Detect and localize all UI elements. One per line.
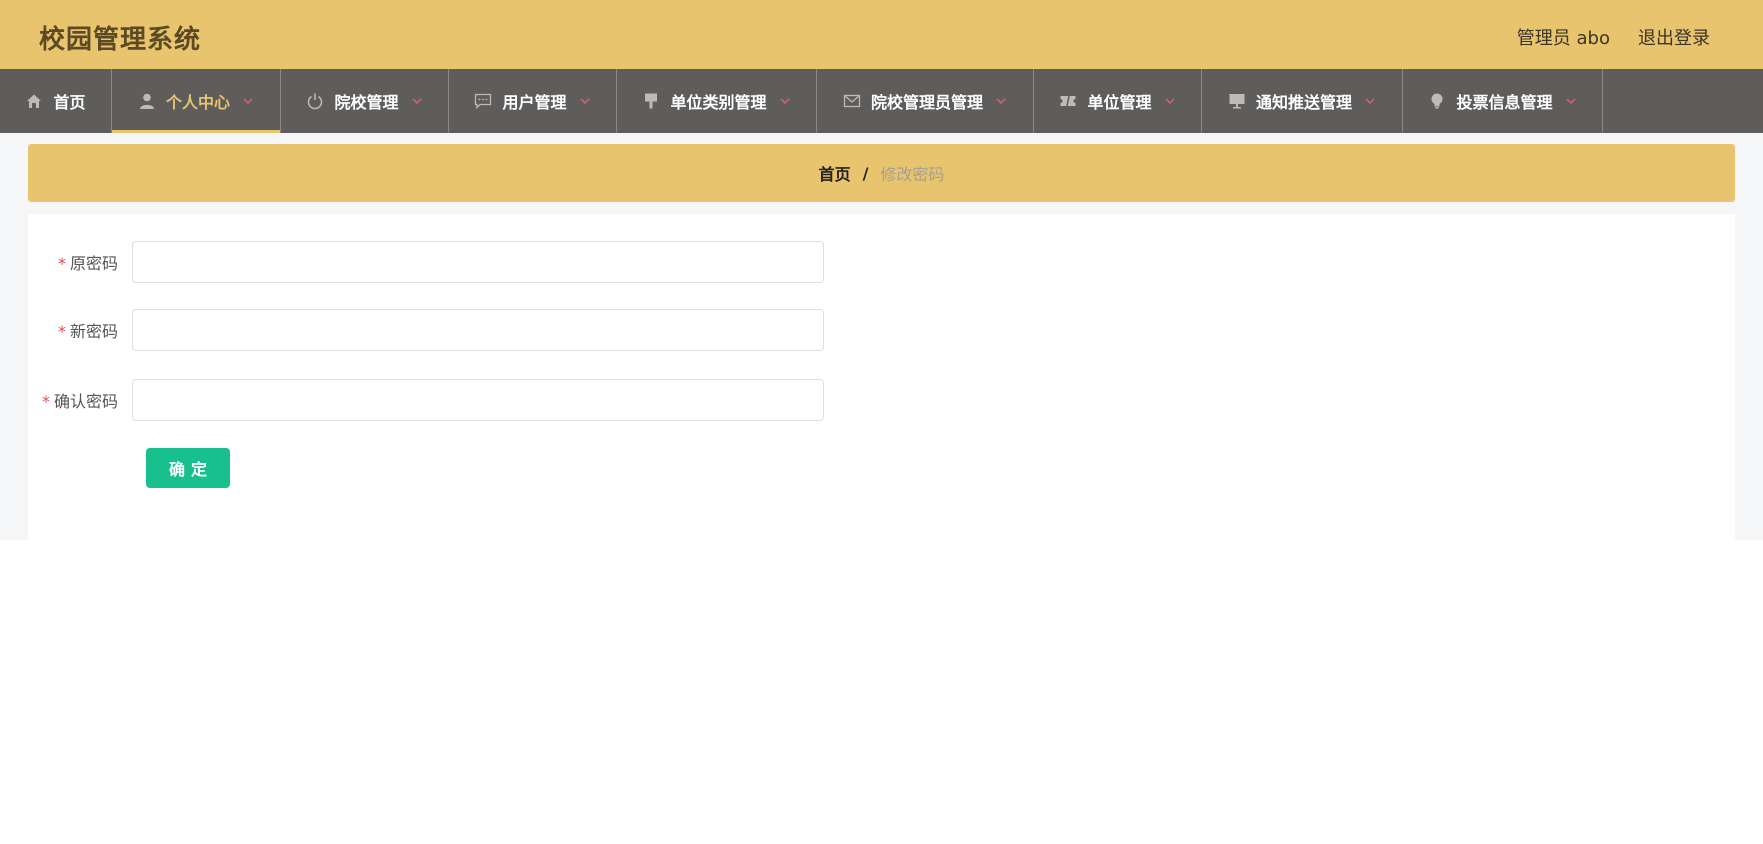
confirm-password-row: * 确认密码	[28, 379, 824, 421]
old-password-input[interactable]	[132, 241, 824, 283]
new-password-row: * 新密码	[28, 309, 824, 351]
nav-item-school-admin-management[interactable]: 院校管理员管理	[817, 69, 1034, 133]
nav-item-school-management[interactable]: 院校管理	[281, 69, 449, 133]
home-icon	[25, 92, 43, 110]
breadcrumb-current: 修改密码	[880, 165, 945, 184]
chat-icon	[474, 92, 492, 110]
main-nav: 首页 个人中心 院校管理 用户管理 单位类别管理 院校管理员管理 单位管理 通知…	[0, 69, 1763, 133]
top-header: 校园管理系统 管理员 abo 退出登录	[0, 0, 1763, 69]
chevron-down-icon	[995, 95, 1007, 107]
nav-item-home[interactable]: 首页	[0, 69, 112, 133]
monitor-icon	[1228, 92, 1246, 110]
field-label: 原密码	[69, 254, 118, 273]
chevron-down-icon	[579, 95, 591, 107]
old-password-label: * 原密码	[28, 250, 132, 274]
required-mark: *	[57, 254, 66, 273]
nav-item-personal-center[interactable]: 个人中心	[112, 69, 281, 133]
app-title: 校园管理系统	[39, 25, 202, 55]
logout-link[interactable]: 退出登录	[1638, 24, 1710, 50]
breadcrumb: 首页 / 修改密码	[28, 144, 1735, 202]
nav-item-user-management[interactable]: 用户管理	[449, 69, 617, 133]
user-icon	[138, 92, 156, 110]
chevron-down-icon	[411, 95, 423, 107]
nav-label: 用户管理	[502, 93, 567, 112]
new-password-input[interactable]	[132, 309, 824, 351]
chevron-down-icon	[1164, 95, 1176, 107]
change-password-form: * 原密码 * 新密码 * 确认密码 确定	[28, 214, 1735, 540]
nav-item-unit-management[interactable]: 单位管理	[1034, 69, 1202, 133]
mail-icon	[843, 92, 861, 110]
header-user-area: 管理员 abo 退出登录	[1517, 24, 1710, 50]
confirm-password-label: * 确认密码	[28, 388, 132, 412]
nav-label: 通知推送管理	[1255, 93, 1352, 112]
old-password-row: * 原密码	[28, 241, 824, 283]
required-mark: *	[41, 392, 50, 411]
confirm-button[interactable]: 确定	[146, 448, 230, 488]
ticket-icon	[1059, 92, 1077, 110]
nav-item-vote-management[interactable]: 投票信息管理	[1403, 69, 1603, 133]
chevron-down-icon	[779, 95, 791, 107]
chevron-down-icon	[1364, 95, 1376, 107]
chevron-down-icon	[242, 95, 254, 107]
field-label: 确认密码	[53, 392, 118, 411]
nav-label: 投票信息管理	[1456, 93, 1553, 112]
nav-label: 单位管理	[1087, 93, 1152, 112]
required-mark: *	[57, 322, 66, 341]
brush-icon	[642, 92, 660, 110]
breadcrumb-home-link[interactable]: 首页	[819, 161, 851, 185]
breadcrumb-separator: /	[862, 163, 869, 183]
nav-label: 单位类别管理	[670, 93, 767, 112]
chevron-down-icon	[1565, 95, 1577, 107]
new-password-label: * 新密码	[28, 318, 132, 342]
field-label: 新密码	[69, 322, 118, 341]
nav-item-unit-category-management[interactable]: 单位类别管理	[617, 69, 817, 133]
confirm-password-input[interactable]	[132, 379, 824, 421]
nav-item-notification-management[interactable]: 通知推送管理	[1202, 69, 1403, 133]
nav-label: 院校管理员管理	[870, 93, 983, 112]
nav-label: 个人中心	[165, 93, 230, 112]
bulb-icon	[1428, 92, 1446, 110]
admin-user-label[interactable]: 管理员 abo	[1517, 24, 1610, 50]
nav-label: 首页	[53, 93, 86, 112]
power-icon	[306, 92, 324, 110]
nav-label: 院校管理	[334, 93, 399, 112]
